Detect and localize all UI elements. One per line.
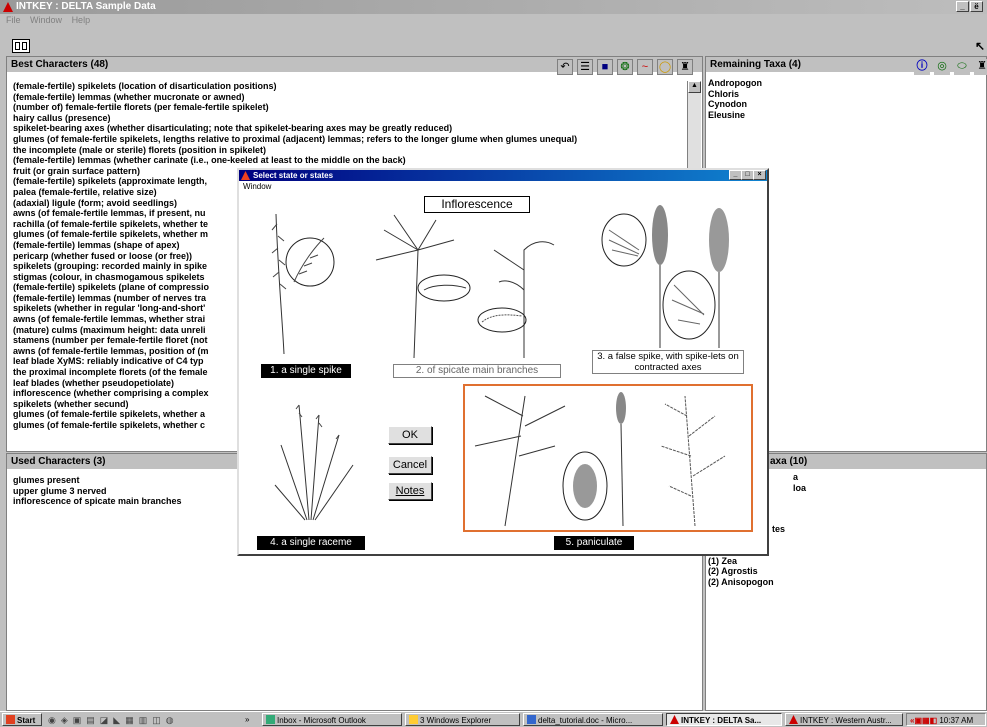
best-characters-title: Best Characters (48) <box>11 59 109 70</box>
taxon-item[interactable]: Chloris <box>708 89 986 100</box>
taxon-item[interactable]: Cynodon <box>708 99 986 110</box>
single-raceme-illustration[interactable] <box>269 395 359 525</box>
menu-file[interactable]: File <box>6 15 21 25</box>
tray-icons[interactable]: «▣▦◧ <box>910 716 939 725</box>
state-3-caption[interactable]: 3. a false spike, with spike-lets on con… <box>592 350 744 374</box>
differences-icon[interactable]: ◎ <box>934 59 950 75</box>
taskbar-explorer[interactable]: 3 Windows Explorer <box>405 713 520 726</box>
window-title: INTKEY : DELTA Sample Data <box>16 1 156 12</box>
menu-bar: File Window Help <box>0 14 987 26</box>
taskbar-intkey-western[interactable]: INTKEY : Western Austr... <box>785 713 903 726</box>
taskbar: Start ◉◈▣▤◪◣▦▥◫◍ » Inbox - Microsoft Out… <box>0 711 987 726</box>
taskbar-word[interactable]: delta_tutorial.doc - Micro... <box>523 713 663 726</box>
paniculate-selection-box[interactable] <box>463 384 753 532</box>
dialog-close-button[interactable]: × <box>753 170 766 180</box>
word-icon <box>527 715 536 724</box>
used-characters-title: Used Characters (3) <box>11 456 106 467</box>
restore-button[interactable]: ё <box>970 1 983 12</box>
find-taxa-icon[interactable]: ♜ <box>974 59 987 75</box>
remaining-taxa-list: Andropogon Chloris Cynodon Eleusine <box>706 78 986 120</box>
app-title-bar: INTKEY : DELTA Sample Data _ ё <box>0 0 987 14</box>
best-character-item[interactable]: spikelet-bearing axes (whether disarticu… <box>13 123 687 134</box>
scroll-up-icon[interactable]: ▲ <box>688 81 701 93</box>
single-spike-illustration[interactable] <box>254 204 364 359</box>
quick-launch-more[interactable]: » <box>245 713 249 726</box>
dialog-menu-bar: Window <box>239 181 767 192</box>
yellow-circle-icon[interactable]: ◯ <box>657 59 673 75</box>
taskbar-item-label: delta_tutorial.doc - Micro... <box>538 716 633 725</box>
outlook-icon <box>266 715 275 724</box>
menu-help[interactable]: Help <box>72 15 91 25</box>
clock[interactable]: 10:37 AM <box>939 716 973 725</box>
start-label: Start <box>17 716 36 725</box>
dialog-title-bar: Select state or states _ □ × <box>239 170 767 181</box>
select-state-dialog: Select state or states _ □ × Window Infl… <box>237 168 769 556</box>
intkey-app-icon <box>3 2 13 12</box>
taskbar-item-label: INTKEY : DELTA Sa... <box>681 716 762 725</box>
taskbar-item-label: INTKEY : Western Austr... <box>800 716 892 725</box>
list-lines-icon[interactable]: ☰ <box>577 59 593 75</box>
info-icon[interactable]: ⓘ <box>914 59 930 75</box>
start-button[interactable]: Start <box>2 713 42 726</box>
folder-icon <box>409 715 418 724</box>
state-4-caption[interactable]: 4. a single raceme <box>257 536 365 550</box>
toggle-layout-icon[interactable] <box>12 39 30 53</box>
green-oval-icon[interactable]: ⬭ <box>954 59 970 75</box>
help-pointer-icon[interactable]: ↖ <box>975 39 987 53</box>
best-character-item[interactable]: (female-fertile) lemmas (whether mucrona… <box>13 92 687 103</box>
taskbar-item-label: Inbox - Microsoft Outlook <box>277 716 366 725</box>
eliminated-taxon-item[interactable]: (2) Agrostis <box>708 566 986 577</box>
intkey-icon <box>789 715 798 724</box>
spicate-branches-illustration[interactable] <box>374 210 564 360</box>
blue-square-icon[interactable]: ■ <box>597 59 613 75</box>
minimize-button[interactable]: _ <box>956 1 969 12</box>
paniculate-illustration <box>474 392 726 527</box>
eliminated-taxa-title: axa (10) <box>770 456 808 467</box>
quick-launch-icons[interactable]: ◉◈▣▤◪◣▦▥◫◍ <box>48 714 243 725</box>
state-2-caption[interactable]: 2. of spicate main branches <box>393 364 561 378</box>
remaining-taxa-title: Remaining Taxa (4) <box>710 59 801 70</box>
best-character-item[interactable]: hairy callus (presence) <box>13 113 687 124</box>
best-character-item[interactable]: glumes (of female-fertile spikelets, len… <box>13 134 687 145</box>
taskbar-outlook[interactable]: Inbox - Microsoft Outlook <box>262 713 402 726</box>
best-character-item[interactable]: (number of) female-fertile florets (per … <box>13 102 687 113</box>
taskbar-intkey-delta[interactable]: INTKEY : DELTA Sa... <box>666 713 782 726</box>
tilde-similar-icon[interactable]: ~ <box>637 59 653 75</box>
dialog-app-icon <box>241 171 250 180</box>
taxon-item[interactable]: Andropogon <box>708 78 986 89</box>
binoculars-icon[interactable]: ♜ <box>677 59 693 75</box>
windows-logo-icon <box>6 715 15 724</box>
ok-button[interactable]: OK <box>388 426 432 444</box>
best-character-item[interactable]: (female-fertile) spikelets (location of … <box>13 81 687 92</box>
eliminated-taxon-item[interactable]: (2) Anisopogon <box>708 577 986 588</box>
restart-icon[interactable]: ↶ <box>557 59 573 75</box>
diagnose-green-icon[interactable]: ❂ <box>617 59 633 75</box>
state-5-caption[interactable]: 5. paniculate <box>554 536 634 550</box>
false-spike-illustration[interactable] <box>594 200 759 350</box>
cancel-button[interactable]: Cancel <box>388 456 432 474</box>
best-character-item[interactable]: the incomplete (male or sterile) florets… <box>13 145 687 156</box>
taxon-item[interactable]: Eleusine <box>708 110 986 121</box>
menu-window[interactable]: Window <box>30 15 62 25</box>
system-tray: «▣▦◧ 10:37 AM <box>906 713 986 726</box>
best-character-item[interactable]: (female-fertile) lemmas (whether carinat… <box>13 155 687 166</box>
main-toolbar: ↖ <box>0 26 987 56</box>
taskbar-item-label: 3 Windows Explorer <box>420 716 492 725</box>
dialog-title: Select state or states <box>253 171 334 180</box>
dialog-menu-window[interactable]: Window <box>243 182 271 191</box>
notes-button[interactable]: Notes <box>388 482 432 500</box>
eliminated-taxon-item[interactable]: (1) Zea <box>708 556 986 567</box>
state-1-caption[interactable]: 1. a single spike <box>261 364 351 378</box>
intkey-icon <box>670 715 679 724</box>
